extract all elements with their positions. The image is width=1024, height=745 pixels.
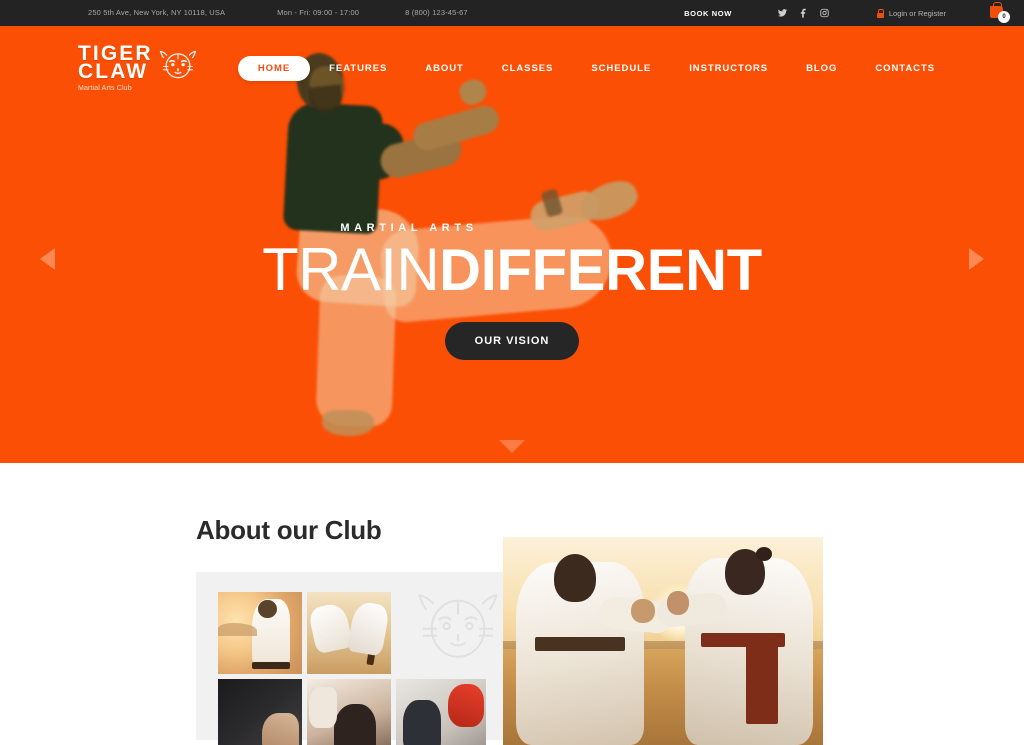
- gallery-photo-1[interactable]: [218, 592, 302, 674]
- address-text: 250 5th Ave, New York, NY 10118, USA: [88, 8, 226, 17]
- nav-item-contacts[interactable]: CONTACTS: [856, 63, 954, 74]
- top-bar-actions: BOOK NOW Login or Register 0: [684, 2, 1010, 24]
- instagram-icon[interactable]: [818, 7, 831, 20]
- our-vision-button[interactable]: OUR VISION: [444, 322, 580, 360]
- tiger-head-watermark-icon: [416, 588, 500, 671]
- nav-item-about[interactable]: ABOUT: [406, 63, 483, 74]
- about-feature-photo: [503, 537, 823, 745]
- facebook-icon[interactable]: [797, 7, 810, 20]
- about-section: About our Club: [0, 463, 1024, 745]
- site-header: TIGER CLAW Martial Arts Club HOME FEATUR…: [0, 26, 1024, 110]
- site-logo[interactable]: TIGER CLAW Martial Arts Club: [78, 43, 197, 92]
- nav-item-blog[interactable]: BLOG: [787, 63, 856, 74]
- hero-kicker: MARTIAL ARTS: [340, 222, 478, 234]
- gallery-photo-3[interactable]: [218, 679, 302, 745]
- nav-item-schedule[interactable]: SCHEDULE: [572, 63, 670, 74]
- about-title: About our Club: [196, 515, 382, 545]
- top-bar: 250 5th Ave, New York, NY 10118, USA Mon…: [0, 0, 1024, 26]
- nav-item-classes[interactable]: CLASSES: [483, 63, 573, 74]
- logo-tagline: Martial Arts Club: [78, 84, 132, 92]
- social-links: [776, 7, 831, 20]
- nav-item-features[interactable]: FEATURES: [310, 63, 406, 74]
- main-navigation: HOME FEATURES ABOUT CLASSES SCHEDULE INS…: [237, 55, 954, 81]
- nav-item-home[interactable]: HOME: [237, 55, 311, 81]
- login-register-link[interactable]: Login or Register: [876, 8, 946, 18]
- hero-section: TIGER CLAW Martial Arts Club HOME FEATUR…: [0, 26, 1024, 463]
- hero-content: MARTIAL ARTS TRAINDIFFERENT OUR VISION: [0, 222, 1024, 360]
- gallery-photo-5[interactable]: [396, 679, 486, 745]
- carousel-next-arrow-icon[interactable]: [969, 248, 984, 270]
- about-gallery-panel: [196, 572, 508, 745]
- login-register-label: Login or Register: [888, 8, 946, 18]
- carousel-prev-arrow-icon[interactable]: [40, 248, 55, 270]
- hero-headline-light: TRAIN: [262, 236, 440, 303]
- gallery-photo-4[interactable]: [307, 679, 391, 745]
- cart-button[interactable]: 0: [988, 2, 1010, 24]
- twitter-icon[interactable]: [776, 7, 789, 20]
- hero-headline: TRAINDIFFERENT: [0, 240, 1024, 300]
- phone-text[interactable]: 8 (800) 123-45-67: [405, 0, 468, 26]
- hours-text: Mon - Fri: 09:00 - 17:00: [277, 8, 360, 17]
- scroll-down-icon[interactable]: [499, 440, 525, 453]
- logo-text: TIGER CLAW Martial Arts Club: [78, 43, 153, 92]
- tiger-head-icon: [159, 49, 197, 86]
- lock-icon: [876, 8, 885, 18]
- about-gallery-grid: [218, 592, 391, 745]
- logo-line-2: CLAW: [78, 59, 149, 83]
- gallery-photo-2[interactable]: [307, 592, 391, 674]
- cart-count-badge: 0: [998, 11, 1010, 23]
- book-now-button[interactable]: BOOK NOW: [684, 9, 732, 18]
- top-bar-contact-group: 250 5th Ave, New York, NY 10118, USA Mon…: [0, 0, 468, 26]
- nav-item-instructors[interactable]: INSTRUCTORS: [670, 63, 787, 74]
- hero-headline-bold: DIFFERENT: [439, 238, 762, 303]
